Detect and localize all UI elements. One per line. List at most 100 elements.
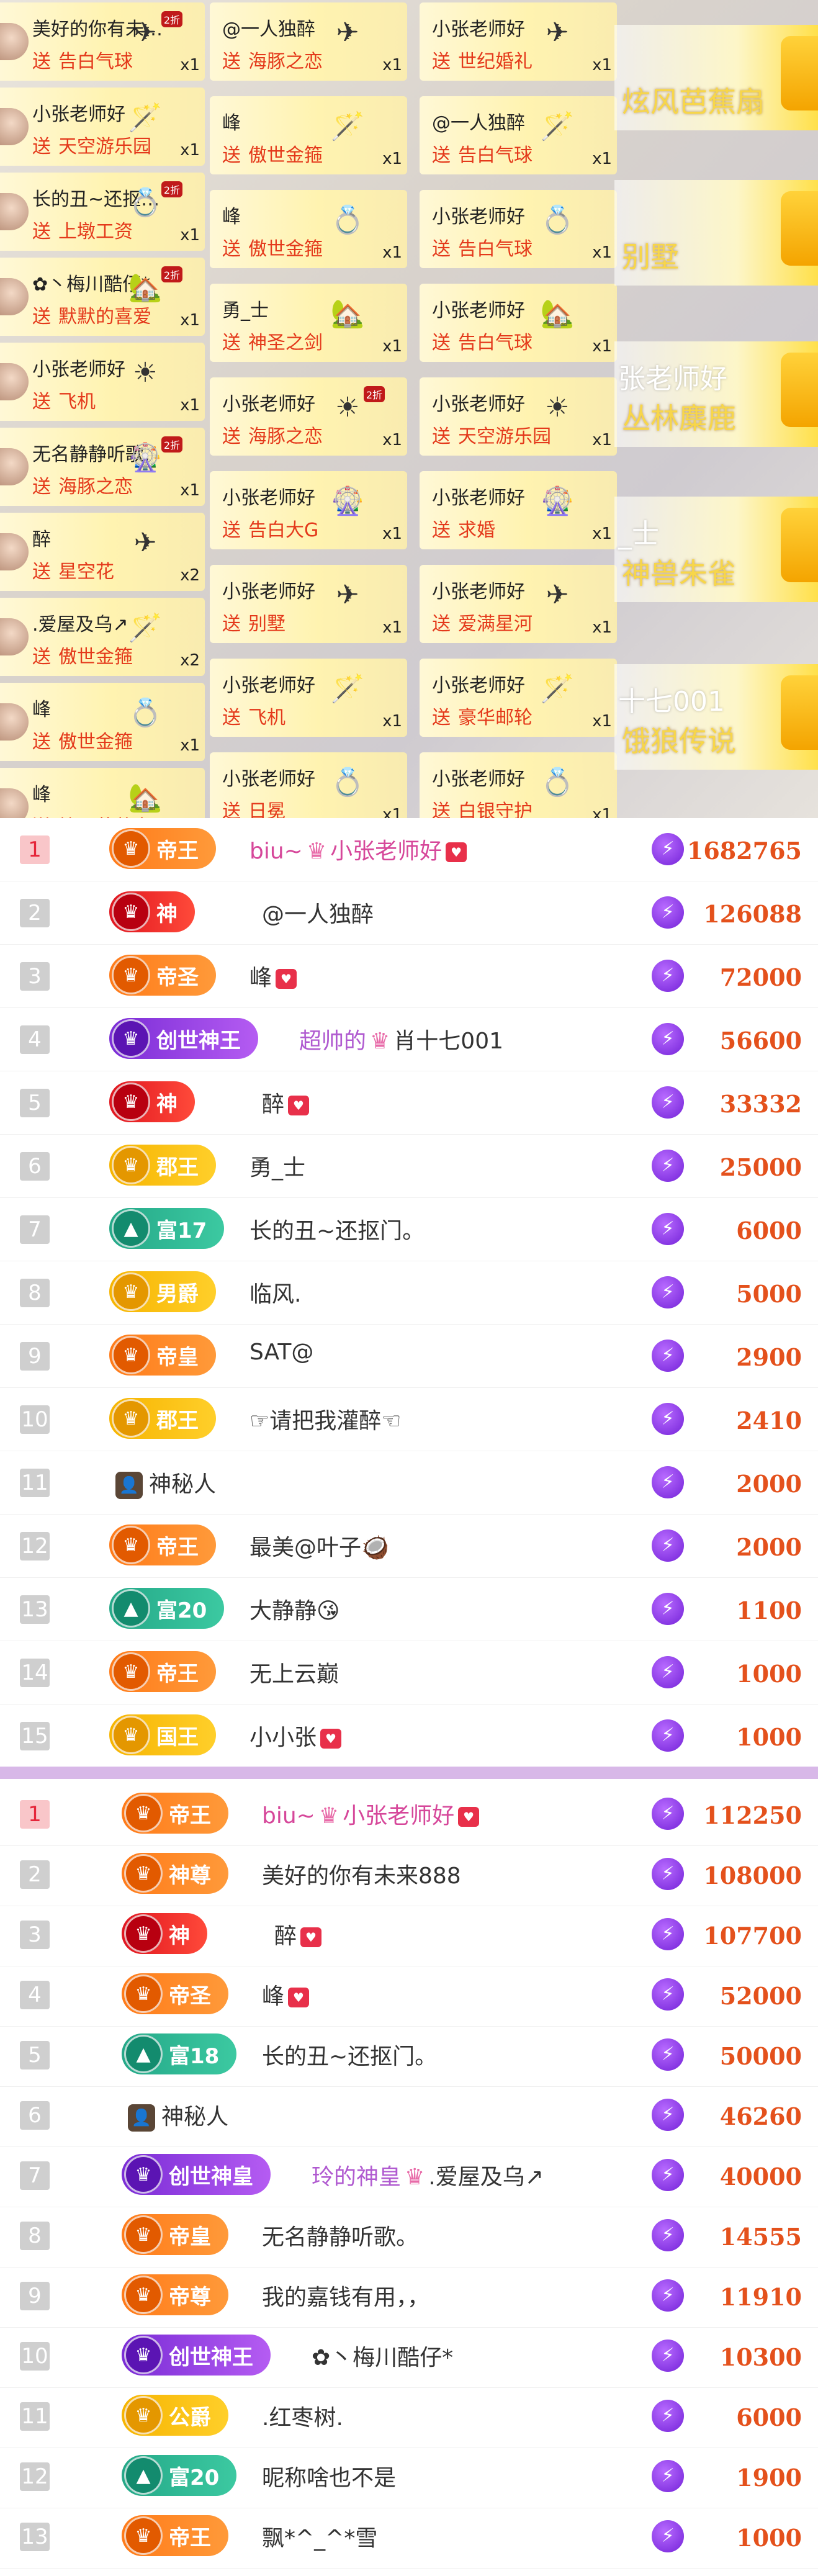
leaderboard-row[interactable]: 2 ♛ 神 @一人独醉 ⚡ 126088 [0,881,818,945]
gift-message-card[interactable]: 小张老师好送告白气球 💍 x1 [420,190,617,268]
user-name[interactable]: SAT@ [249,1340,313,1365]
sender-avatar[interactable] [0,363,29,400]
gift-message-card[interactable]: 小张老师好送日冕 💍 x1 [210,752,407,818]
gift-message-card[interactable]: .爱屋及乌↗ 送傲世金箍 🪄 x2 [0,598,205,676]
sender-avatar[interactable] [0,703,29,741]
gift-message-card[interactable]: 小张老师好送世纪婚礼 ✈ x1 [420,2,617,81]
user-name-text: biu~ [262,1803,315,1829]
user-name[interactable]: 玲的神皇 ♛ .爱屋及乌↗ [312,2159,544,2191]
leaderboard-row[interactable]: 10 ♛ 郡王 ☞请把我灌醉☜ ⚡ 2410 [0,1388,818,1451]
gift-message-card[interactable]: 小张老师好送天空游乐园 🪄 x1 [0,88,205,166]
user-name[interactable]: 勇_士 [249,1150,305,1182]
leaderboard-row[interactable]: 9 ♛ 帝尊 我的嘉钱有用，， ⚡ 11910 [0,2264,818,2328]
leaderboard-row[interactable]: 3 ♛ 帝圣 峰 ♥ ⚡ 72000 [0,945,818,1008]
user-name[interactable]: 👤 神秘人 [128,2099,228,2132]
gift-message-card[interactable]: 峰送傲世金箍 💍 x1 [0,683,205,761]
gift-message-card[interactable]: 无名静静听歌. 送海豚之恋 🎡 2折 x1 [0,428,205,506]
user-name[interactable]: 峰 ♥ [249,960,297,992]
sender-avatar[interactable] [0,108,29,145]
leaderboard-row[interactable]: 13 ▲ 富20 大静静😘 ⚡ 1100 [0,1578,818,1641]
gift-message-card[interactable]: 峰送炫风芭蕉扇🏡x10 [0,768,205,818]
gift-message-card[interactable]: 勇_士送神圣之剑 🏡 x1 [210,284,407,362]
sender-avatar[interactable] [0,23,29,60]
leaderboard-row[interactable]: 6 👤 神秘人 ⚡ 46260 [0,2084,818,2147]
leaderboard-row[interactable]: 11 👤 神秘人 ⚡ 2000 [0,1451,818,1515]
gift-message-card[interactable]: 小张老师好送告白气球 🏡 x1 [420,284,617,362]
leaderboard-row[interactable]: 8 ♛ 帝皇 无名静静听歌。 ⚡ 14555 [0,2204,818,2268]
gift-message-card[interactable]: 小张老师好送白银守护 💍 x1 [420,752,617,818]
badge-emblem-icon: ▲ [124,2035,163,2073]
gift-message-card[interactable]: 醉送星空花 ✈ x2 [0,513,205,591]
user-name[interactable]: 我的嘉钱有用，， [262,2279,429,2312]
gift-sender-name: @一人独醉 [432,112,525,134]
user-name[interactable]: 醉 ♥ [262,1086,310,1119]
sender-avatar[interactable] [0,278,29,315]
gift-message-card[interactable]: 小张老师好送天空游乐园 ☀ x1 [420,377,617,456]
leaderboard-row[interactable]: 12 ♛ 帝王 最美@叶子🥥 ⚡ 2000 [0,1515,818,1578]
leaderboard-row[interactable]: 7 ▲ 富17 长的丑~还抠门。 ⚡ 6000 [0,1198,818,1261]
sender-avatar[interactable] [0,533,29,570]
user-name[interactable]: 峰 ♥ [262,1978,310,2011]
leaderboard-row[interactable]: 12 ▲ 富20 昵称啥也不是 ⚡ 1900 [0,2445,818,2508]
gift-message-card[interactable]: 小张老师好送别墅 ✈ x1 [210,565,407,643]
user-name[interactable]: 美好的你有未来888 [262,1858,461,1890]
user-name[interactable]: @一人独醉 [262,896,374,929]
leaderboard-row[interactable]: 15 ♛ 国王 小小张 ♥ ⚡ 1000 [0,1705,818,1768]
gift-message-card[interactable]: @一人独醉送告白气球 🪄 x1 [420,96,617,174]
gift-message-card[interactable]: 峰送傲世金箍 💍 x1 [210,190,407,268]
user-name[interactable]: 👤 神秘人 [115,1466,216,1499]
leaderboard-row[interactable]: 2 ♛ 神尊 美好的你有未来888 ⚡ 108000 [0,1843,818,1906]
leaderboard-row[interactable]: 13 ♛ 帝王 飘*^_^*雪 ⚡ 1000 [0,2505,818,2569]
gift-message-card[interactable]: 小张老师好送告白大G 🎡 x1 [210,471,407,549]
gift-message-card[interactable]: 小张老师好送海豚之恋 ☀ 2折 x1 [210,377,407,456]
leaderboard-row[interactable]: 3 ♛ 神 醉 ♥ ⚡ 107700 [0,1903,818,1966]
gift-message-card[interactable]: 小张老师好送求婚 🎡 x1 [420,471,617,549]
gift-name: 世纪婚礼 [458,51,533,73]
leaderboard-row[interactable]: 1 ♛ 帝王 biu~ ♛ 小张老师好 ♥ ⚡ 1682765 [0,818,818,881]
gift-message-card[interactable]: 小张老师好送飞机 🪄 x1 [210,659,407,737]
user-name[interactable]: ☞请把我灌醉☜ [249,1403,402,1435]
user-name[interactable]: 最美@叶子🥥 [249,1529,389,1562]
gift-message-card[interactable]: 小张老师好送豪华邮轮 🪄 x1 [420,659,617,737]
user-name[interactable]: 超帅的 ♛ 肖十七001 [299,1023,503,1055]
user-name[interactable]: 临风. [249,1276,301,1308]
leaderboard-row[interactable]: 14 ♛ 帝王 无上云巅 ⚡ 1000 [0,1641,818,1705]
leaderboard-row[interactable]: 4 ♛ 帝圣 峰 ♥ ⚡ 52000 [0,1963,818,2027]
leaderboard-row[interactable]: 4 ♛ 创世神王 超帅的 ♛ 肖十七001 ⚡ 56600 [0,1008,818,1071]
user-name[interactable]: .红枣树. [262,2400,343,2432]
user-name[interactable]: 大静静😘 [249,1593,340,1625]
user-name[interactable]: biu~ ♛ 小张老师好 ♥ [262,1798,480,1830]
user-name[interactable]: 昵称啥也不是 [262,2460,396,2492]
leaderboard-row[interactable]: 11 ♛ 公爵 .红枣树. ⚡ 6000 [0,2385,818,2448]
sender-avatar[interactable] [0,448,29,485]
leaderboard-row[interactable]: 9 ♛ 帝皇 SAT@ ⚡ 2900 [0,1325,818,1388]
user-name[interactable]: 长的丑~还抠门。 [249,1213,425,1245]
gift-message-card[interactable]: 长的丑~还抠… 送上墩工资 💍 2折 x1 [0,173,205,251]
sender-avatar[interactable] [0,193,29,230]
user-name[interactable]: 无上云巅 [249,1656,339,1688]
sender-avatar[interactable] [0,788,29,818]
user-name[interactable]: 长的丑~还抠门。 [262,2038,437,2071]
user-name[interactable]: 无名静静听歌。 [262,2219,418,2251]
leaderboard-row[interactable]: 5 ▲ 富18 长的丑~还抠门。 ⚡ 50000 [0,2024,818,2087]
user-name[interactable]: biu~ ♛ 小张老师好 ♥ [249,833,467,865]
gift-message-card[interactable]: ✿丶梅川酷仔* 送默默的喜爱 🏡 2折 x1 [0,258,205,336]
gift-message-card[interactable]: @一人独醉送海豚之恋 ✈ x1 [210,2,407,81]
user-name[interactable]: 醉 ♥ [274,1918,322,1950]
user-name[interactable]: 小小张 ♥ [249,1719,342,1752]
sender-avatar[interactable] [0,618,29,655]
leaderboard-row[interactable]: 1 ♛ 帝王 biu~ ♛ 小张老师好 ♥ ⚡ 112250 [0,1783,818,1846]
gift-message-card[interactable]: 美好的你有未… 送告白气球 ✈ 2折 x1 [0,2,205,81]
user-name-text: 飘*^_^*雪 [262,2526,378,2551]
leaderboard-row[interactable]: 6 ♛ 郡王 勇_士 ⚡ 25000 [0,1135,818,1198]
gift-message-card[interactable]: 小张老师好送爱满星河 ✈ x1 [420,565,617,643]
leaderboard-row[interactable]: 7 ♛ 创世神皇 玲的神皇 ♛ .爱屋及乌↗ ⚡ 40000 [0,2144,818,2207]
leaderboard-row[interactable]: 10 ♛ 创世神王 ✿丶梅川酷仔* ⚡ 10300 [0,2325,818,2388]
user-name[interactable]: 飘*^_^*雪 [262,2520,377,2552]
gift-message-card[interactable]: 峰送傲世金箍 🪄 x1 [210,96,407,174]
leaderboard-row[interactable]: 5 ♛ 神 醉 ♥ ⚡ 33332 [0,1071,818,1135]
user-name[interactable]: ✿丶梅川酷仔* [312,2340,453,2372]
rank-number: 12 [20,1532,50,1560]
gift-message-card[interactable]: 小张老师好送飞机 ☀ x1 [0,343,205,421]
leaderboard-row[interactable]: 8 ♛ 男爵 临风. ⚡ 5000 [0,1261,818,1325]
